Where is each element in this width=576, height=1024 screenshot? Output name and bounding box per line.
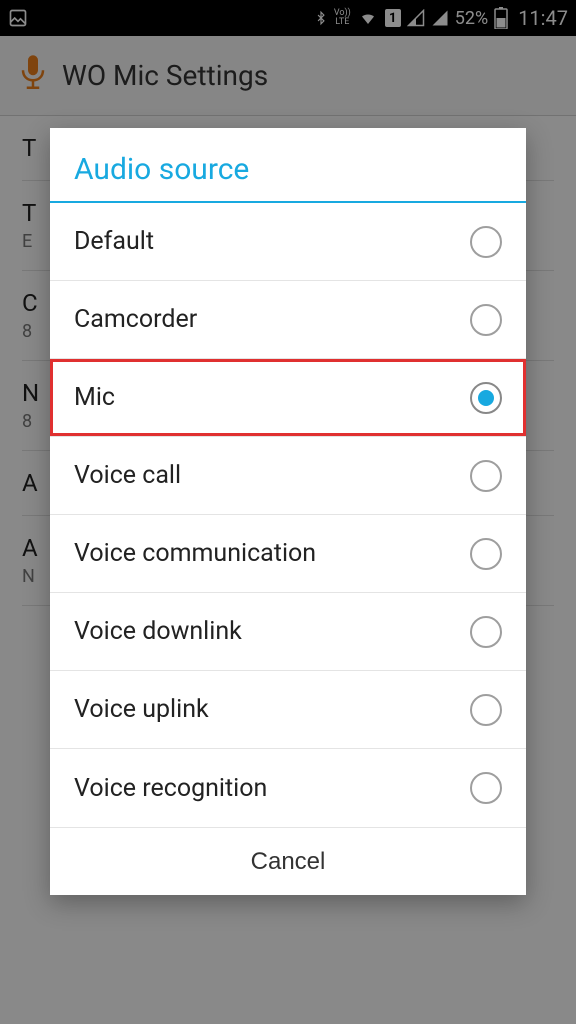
selection-highlight (50, 359, 526, 436)
option-label: Voice call (74, 461, 181, 490)
option-label: Default (74, 227, 154, 256)
audio-source-option[interactable]: Voice downlink (50, 593, 526, 671)
audio-source-option[interactable]: Voice recognition (50, 749, 526, 827)
option-label: Mic (74, 383, 115, 412)
radio-button[interactable] (470, 538, 502, 570)
radio-button[interactable] (470, 304, 502, 336)
radio-dot-icon (478, 390, 494, 406)
option-label: Voice recognition (74, 774, 267, 803)
radio-button[interactable] (470, 772, 502, 804)
dialog-header: Audio source (50, 128, 526, 201)
option-label: Camcorder (74, 305, 197, 334)
audio-source-option[interactable]: Default (50, 203, 526, 281)
audio-source-option[interactable]: Voice uplink (50, 671, 526, 749)
audio-source-option[interactable]: Voice communication (50, 515, 526, 593)
cancel-button[interactable]: Cancel (50, 828, 526, 895)
option-list: Default Camcorder Mic Voice call Voice commu… (50, 203, 526, 827)
dialog-footer: Cancel (50, 827, 526, 895)
dialog-title: Audio source (74, 152, 502, 187)
radio-button[interactable] (470, 460, 502, 492)
audio-source-option[interactable]: Mic (50, 359, 526, 437)
radio-button[interactable] (470, 616, 502, 648)
audio-source-option[interactable]: Camcorder (50, 281, 526, 359)
option-label: Voice downlink (74, 617, 242, 646)
radio-button[interactable] (470, 226, 502, 258)
radio-button[interactable] (470, 694, 502, 726)
modal-overlay: Audio source Default Camcorder Mic Voice ca… (0, 0, 576, 1024)
audio-source-dialog: Audio source Default Camcorder Mic Voice ca… (50, 128, 526, 895)
option-label: Voice communication (74, 539, 316, 568)
audio-source-option[interactable]: Voice call (50, 437, 526, 515)
radio-button[interactable] (470, 382, 502, 414)
option-label: Voice uplink (74, 695, 209, 724)
